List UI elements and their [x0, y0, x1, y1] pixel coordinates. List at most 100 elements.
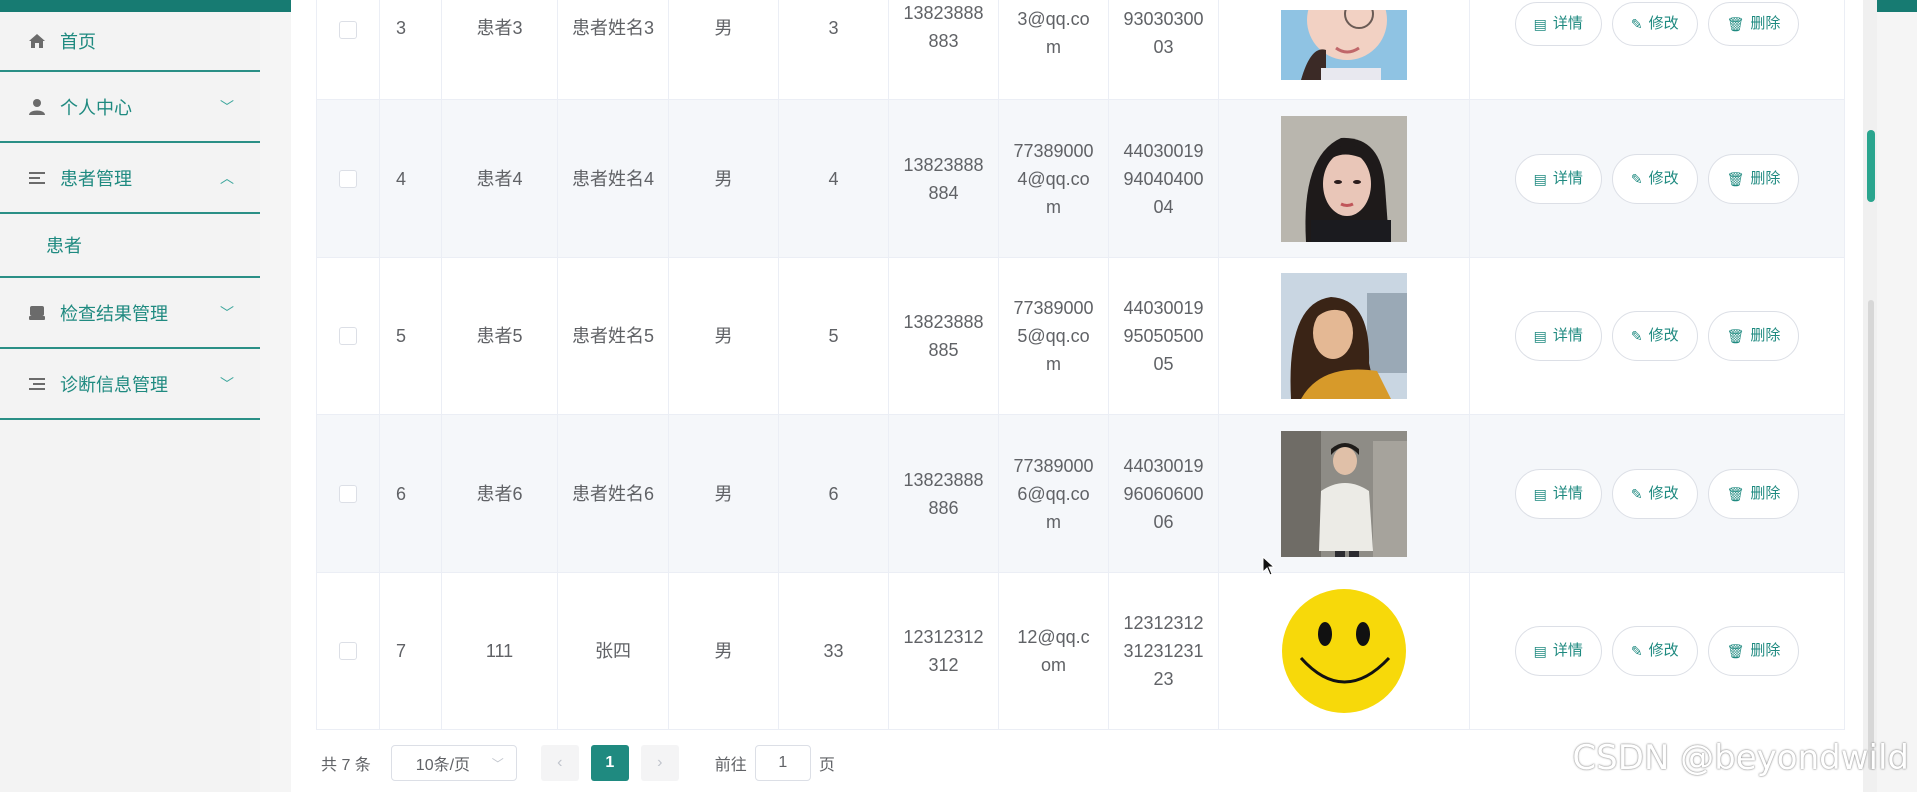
menu-lines-icon	[26, 373, 48, 395]
age-cell: 4	[828, 168, 839, 189]
name-cell: 张四	[595, 641, 631, 661]
page-size-value: 10条/页	[415, 757, 471, 774]
document-icon: ▤	[1533, 328, 1547, 344]
row-actions: ▤ 详情 ✎ 修改 🗑 删除	[1514, 626, 1800, 676]
row-checkbox[interactable]	[339, 327, 357, 345]
row-actions: ▤ 详情 ✎ 修改 🗑 删除	[1514, 153, 1800, 204]
row-checkbox[interactable]	[339, 484, 357, 503]
trash-icon: 🗑	[1726, 328, 1745, 344]
trash-icon: 🗑	[1726, 485, 1745, 502]
row-actions: ▤ 详情 ✎ 修改 🗑 删除	[1514, 2, 1800, 46]
goto-suffix: 页	[818, 757, 835, 774]
table-row: 5 患者5 患者姓名5 男 5 13823888 885 77389000 5@…	[317, 258, 1844, 415]
goto-page-input[interactable]	[754, 745, 811, 781]
phone-cell: 12312312 312	[903, 627, 984, 675]
row-checkbox[interactable]	[339, 169, 357, 188]
row-checkbox[interactable]	[339, 642, 357, 660]
edit-button[interactable]: ✎ 修改	[1611, 311, 1698, 361]
pencil-icon: ✎	[1630, 643, 1643, 659]
chevron-up-icon: ︿	[220, 169, 234, 186]
name-cell: 患者姓名5	[571, 326, 654, 346]
gender-cell: 男	[714, 326, 733, 346]
account-cell: 111	[485, 641, 514, 661]
email-cell: 77389000 4@qq.co m	[1013, 140, 1094, 217]
pencil-icon: ✎	[1630, 16, 1643, 32]
sidebar-item-home[interactable]: 首页	[0, 12, 260, 72]
chevron-down-icon: ﹀	[220, 375, 234, 392]
smiley-face-photo	[1281, 588, 1407, 714]
edit-button[interactable]: ✎ 修改	[1611, 153, 1698, 204]
edit-button[interactable]: ✎ 修改	[1611, 2, 1698, 46]
page-size-select[interactable]: 10条/页 ﹀	[390, 745, 517, 781]
table-row: 3 患者3 患者姓名3 男 3 13823888 883 3@qq.co m 9…	[317, 0, 1844, 100]
name-cell: 患者姓名4	[571, 168, 654, 189]
vertical-scrollbar[interactable]	[1863, 0, 1877, 792]
next-page-button[interactable]: ›	[640, 745, 679, 781]
boy-street-photo	[1281, 430, 1407, 557]
gender-cell: 男	[714, 483, 733, 504]
sidebar: 首页 个人中心 ﹀ 患者管理 ︿ 患者 检查结果管理 ﹀ 诊断信息管理 ﹀	[0, 12, 260, 792]
delete-button[interactable]: 🗑 删除	[1707, 311, 1800, 361]
detail-button[interactable]: ▤ 详情	[1514, 468, 1602, 519]
patient-table: 3 患者3 患者姓名3 男 3 13823888 883 3@qq.co m 9…	[316, 0, 1845, 730]
sidebar-item-label: 首页	[60, 32, 96, 52]
gender-cell: 男	[714, 641, 733, 661]
edit-button[interactable]: ✎ 修改	[1611, 626, 1698, 676]
pencil-icon: ✎	[1630, 485, 1643, 502]
sidebar-item-diagnosis-management[interactable]: 诊断信息管理 ﹀	[0, 349, 260, 420]
email-cell: 12@qq.c om	[1017, 627, 1090, 675]
delete-button[interactable]: 🗑 删除	[1707, 626, 1800, 676]
main-content: 3 患者3 患者姓名3 男 3 13823888 883 3@qq.co m 9…	[291, 0, 1877, 792]
age-cell: 3	[828, 17, 839, 38]
email-cell: 3@qq.co m	[1017, 8, 1090, 57]
document-icon: ▤	[1533, 16, 1547, 32]
index-cell: 5	[396, 326, 407, 346]
sidebar-item-exam-result-management[interactable]: 检查结果管理 ﹀	[0, 278, 260, 349]
chevron-down-icon: ﹀	[220, 304, 234, 321]
delete-button[interactable]: 🗑 删除	[1707, 468, 1800, 519]
chevron-down-icon: ﹀	[220, 98, 234, 115]
user-icon	[26, 96, 48, 118]
delete-button[interactable]: 🗑 删除	[1707, 153, 1800, 204]
gender-cell: 男	[714, 168, 733, 189]
detail-button[interactable]: ▤ 详情	[1514, 626, 1602, 676]
row-checkbox-cell[interactable]	[317, 0, 380, 99]
phone-cell: 13823888 886	[903, 469, 984, 518]
sidebar-item-patient-management[interactable]: 患者管理 ︿	[0, 143, 260, 214]
sidebar-item-label: 个人中心	[60, 97, 132, 118]
index-cell: 6	[396, 483, 407, 504]
account-cell: 患者6	[476, 483, 523, 504]
age-cell: 6	[828, 483, 839, 504]
row-checkbox[interactable]	[339, 20, 357, 39]
total-count: 共 7 条	[321, 757, 371, 774]
detail-button[interactable]: ▤ 详情	[1514, 153, 1602, 204]
phone-cell: 13823888 885	[903, 312, 984, 360]
row-actions: ▤ 详情 ✎ 修改 🗑 删除	[1514, 468, 1800, 519]
sidebar-item-label: 诊断信息管理	[60, 374, 168, 395]
scrollbar-thumb[interactable]	[1867, 130, 1875, 202]
delete-button[interactable]: 🗑 删除	[1707, 2, 1800, 46]
sidebar-subitem-patient[interactable]: 患者	[0, 214, 260, 278]
idcard-cell: 44030019 96060600 06	[1123, 455, 1204, 532]
account-cell: 患者4	[476, 168, 523, 189]
detail-button[interactable]: ▤ 详情	[1514, 2, 1602, 46]
name-cell: 患者姓名3	[571, 17, 654, 38]
age-cell: 5	[828, 326, 839, 346]
chevron-right-icon: ›	[657, 754, 663, 771]
sidebar-item-personal-center[interactable]: 个人中心 ﹀	[0, 72, 260, 143]
detail-button[interactable]: ▤ 详情	[1514, 311, 1602, 361]
edit-button[interactable]: ✎ 修改	[1611, 468, 1698, 519]
row-actions: ▤ 详情 ✎ 修改 🗑 删除	[1514, 311, 1800, 361]
email-cell: 77389000 5@qq.co m	[1013, 298, 1094, 374]
sidebar-item-label: 检查结果管理	[60, 303, 168, 324]
chevron-down-icon: ﹀	[491, 756, 504, 771]
sidebar-item-label: 患者管理	[60, 168, 132, 189]
document-icon: ▤	[1533, 170, 1547, 187]
prev-page-button[interactable]: ‹	[540, 745, 579, 781]
goto-page: 前往 页	[715, 745, 835, 781]
email-cell: 77389000 6@qq.co m	[1013, 455, 1094, 532]
chevron-left-icon: ‹	[557, 754, 563, 771]
pencil-icon: ✎	[1630, 328, 1643, 344]
mouse-cursor-icon	[1262, 556, 1276, 576]
page-number-current[interactable]: 1	[590, 745, 629, 781]
